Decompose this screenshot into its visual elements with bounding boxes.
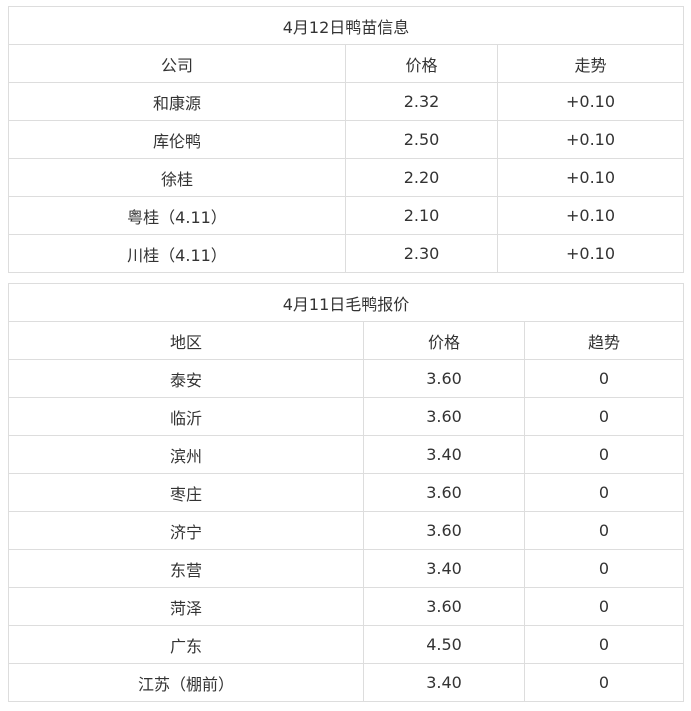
table-row: 东营 3.40 0 <box>8 549 684 588</box>
column-header-company: 公司 <box>8 44 346 83</box>
region-cell: 济宁 <box>8 511 364 550</box>
price-cell: 3.40 <box>363 435 525 474</box>
column-header-price: 价格 <box>363 321 525 360</box>
table-title-row: 4月12日鸭苗信息 <box>8 6 684 45</box>
region-cell: 广东 <box>8 625 364 664</box>
price-cell: 2.30 <box>345 234 498 273</box>
trend-cell: 0 <box>524 473 684 512</box>
price-cell: 2.32 <box>345 82 498 121</box>
table-row: 和康源 2.32 +0.10 <box>8 82 684 121</box>
price-cell: 3.60 <box>363 359 525 398</box>
price-cell: 2.10 <box>345 196 498 235</box>
trend-cell: +0.10 <box>497 234 684 273</box>
table-title-row: 4月11日毛鸭报价 <box>8 283 684 322</box>
region-cell: 枣庄 <box>8 473 364 512</box>
trend-cell: 0 <box>524 397 684 436</box>
duckling-price-table: 4月12日鸭苗信息 公司 价格 走势 和康源 2.32 +0.10 库伦鸭 2.… <box>8 6 684 273</box>
table-row: 粤桂（4.11） 2.10 +0.10 <box>8 196 684 235</box>
table-row: 滨州 3.40 0 <box>8 435 684 474</box>
region-cell: 江苏（棚前） <box>8 663 364 702</box>
price-cell: 3.60 <box>363 397 525 436</box>
trend-cell: +0.10 <box>497 82 684 121</box>
company-cell: 川桂（4.11） <box>8 234 346 273</box>
table-title: 4月12日鸭苗信息 <box>8 6 684 45</box>
table-row: 菏泽 3.60 0 <box>8 587 684 626</box>
region-cell: 临沂 <box>8 397 364 436</box>
region-cell: 东营 <box>8 549 364 588</box>
trend-cell: +0.10 <box>497 120 684 159</box>
table-row: 徐桂 2.20 +0.10 <box>8 158 684 197</box>
region-cell: 菏泽 <box>8 587 364 626</box>
trend-cell: 0 <box>524 549 684 588</box>
company-cell: 和康源 <box>8 82 346 121</box>
table-row: 泰安 3.60 0 <box>8 359 684 398</box>
region-cell: 滨州 <box>8 435 364 474</box>
price-cell: 3.60 <box>363 587 525 626</box>
table-header-row: 公司 价格 走势 <box>8 44 684 83</box>
price-cell: 3.60 <box>363 473 525 512</box>
price-cell: 4.50 <box>363 625 525 664</box>
region-cell: 泰安 <box>8 359 364 398</box>
company-cell: 徐桂 <box>8 158 346 197</box>
price-cell: 3.40 <box>363 663 525 702</box>
table-row: 广东 4.50 0 <box>8 625 684 664</box>
trend-cell: 0 <box>524 511 684 550</box>
column-header-price: 价格 <box>345 44 498 83</box>
table-row: 临沂 3.60 0 <box>8 397 684 436</box>
duck-price-table: 4月11日毛鸭报价 地区 价格 趋势 泰安 3.60 0 临沂 3.60 0 滨… <box>8 283 684 702</box>
table-row: 库伦鸭 2.50 +0.10 <box>8 120 684 159</box>
table-row: 枣庄 3.60 0 <box>8 473 684 512</box>
trend-cell: 0 <box>524 587 684 626</box>
table-header-row: 地区 价格 趋势 <box>8 321 684 360</box>
table-row: 江苏（棚前） 3.40 0 <box>8 663 684 702</box>
column-header-region: 地区 <box>8 321 364 360</box>
trend-cell: +0.10 <box>497 158 684 197</box>
trend-cell: 0 <box>524 359 684 398</box>
trend-cell: +0.10 <box>497 196 684 235</box>
price-cell: 2.20 <box>345 158 498 197</box>
table-row: 川桂（4.11） 2.30 +0.10 <box>8 234 684 273</box>
table-row: 济宁 3.60 0 <box>8 511 684 550</box>
price-cell: 3.40 <box>363 549 525 588</box>
table-title: 4月11日毛鸭报价 <box>8 283 684 322</box>
company-cell: 库伦鸭 <box>8 120 346 159</box>
company-cell: 粤桂（4.11） <box>8 196 346 235</box>
trend-cell: 0 <box>524 663 684 702</box>
trend-cell: 0 <box>524 435 684 474</box>
column-header-trend: 走势 <box>497 44 684 83</box>
price-cell: 3.60 <box>363 511 525 550</box>
trend-cell: 0 <box>524 625 684 664</box>
column-header-trend: 趋势 <box>524 321 684 360</box>
price-cell: 2.50 <box>345 120 498 159</box>
